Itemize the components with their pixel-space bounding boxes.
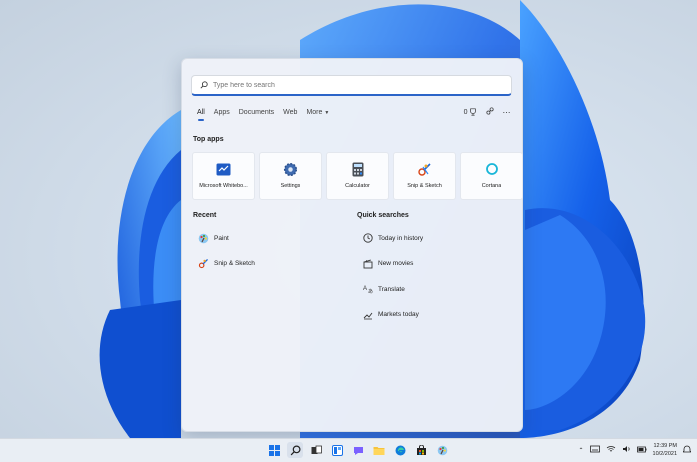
header-actions: 0 ⋯ <box>464 107 510 117</box>
clock-date: 10/2/2021 <box>652 451 677 457</box>
recent-item-paint[interactable]: Paint <box>198 232 255 244</box>
chart-icon <box>362 309 373 320</box>
svg-text:あ: あ <box>368 289 373 294</box>
search-box[interactable] <box>191 75 512 96</box>
recent-label: Snip & Sketch <box>214 260 255 267</box>
store-icon[interactable] <box>413 442 429 458</box>
quick-search-today-in-history[interactable]: Today in history <box>362 232 423 244</box>
search-icon[interactable] <box>287 442 303 458</box>
taskbar: ⌃ 12:39 PM 10/2/2021 <box>0 438 697 462</box>
quick-search-markets-today[interactable]: Markets today <box>362 309 423 321</box>
gear-icon <box>283 161 299 177</box>
search-tabs: All Apps Documents Web More ▼ <box>197 109 338 121</box>
quick-searches-list: Today in history New movies Aあ Translate… <box>362 232 423 334</box>
app-tile-snip-sketch[interactable]: Snip & Sketch <box>393 152 456 200</box>
app-tile-whiteboard[interactable]: Microsoft Whitebo... <box>192 152 255 200</box>
paint-icon <box>198 233 209 244</box>
clock-time: 12:39 PM <box>653 443 677 449</box>
widgets-icon[interactable] <box>329 442 345 458</box>
tab-more-label: More <box>306 109 323 116</box>
snip-sketch-icon <box>417 161 433 177</box>
notification-icon[interactable] <box>682 445 692 456</box>
paint-icon[interactable] <box>434 442 450 458</box>
wifi-icon[interactable] <box>606 445 616 455</box>
volume-icon[interactable] <box>622 445 631 455</box>
tab-more[interactable]: More ▼ <box>306 109 329 116</box>
top-apps-title: Top apps <box>193 136 224 143</box>
points-count: 0 <box>463 108 468 116</box>
app-label: Cortana <box>481 183 502 189</box>
taskbar-apps <box>266 442 450 458</box>
chevron-up-icon[interactable]: ⌃ <box>579 447 584 454</box>
share-icon[interactable] <box>485 107 494 117</box>
rewards-points[interactable]: 0 <box>464 108 477 116</box>
app-tile-settings[interactable]: Settings <box>259 152 322 200</box>
tab-documents[interactable]: Documents <box>239 109 274 116</box>
whiteboard-icon <box>216 161 232 177</box>
quick-search-label: Markets today <box>378 311 419 318</box>
quick-searches-title: Quick searches <box>357 212 409 219</box>
ellipsis-icon[interactable]: ⋯ <box>503 108 511 117</box>
quick-search-label: New movies <box>378 260 414 267</box>
recent-title: Recent <box>193 212 217 219</box>
recent-label: Paint <box>214 234 229 242</box>
app-label: Microsoft Whitebo... <box>199 183 248 189</box>
tab-apps[interactable]: Apps <box>214 109 230 116</box>
tab-web[interactable]: Web <box>283 109 297 116</box>
clock-icon <box>362 233 373 244</box>
top-apps-list: Microsoft Whitebo... Settings Calculator… <box>192 152 523 200</box>
cortana-icon <box>484 161 500 177</box>
movie-icon <box>362 258 373 269</box>
quick-search-label: Today in history <box>378 234 424 242</box>
app-label: Snip & Sketch <box>407 183 442 189</box>
search-icon <box>197 78 211 92</box>
quick-search-label: Translate <box>378 285 405 293</box>
app-label: Calculator <box>345 183 370 189</box>
svg-text:A: A <box>363 286 367 292</box>
app-tile-calculator[interactable]: Calculator <box>326 152 389 200</box>
app-tile-cortana[interactable]: Cortana <box>460 152 523 200</box>
recent-item-snip-sketch[interactable]: Snip & Sketch <box>198 258 255 270</box>
tab-all[interactable]: All <box>197 109 205 121</box>
system-tray: ⌃ 12:39 PM 10/2/2021 <box>579 442 692 458</box>
trophy-icon <box>469 108 476 116</box>
quick-search-translate[interactable]: Aあ Translate <box>362 283 423 295</box>
chat-icon[interactable] <box>350 442 366 458</box>
windows-icon[interactable] <box>266 442 282 458</box>
search-input[interactable] <box>211 80 505 90</box>
app-label: Settings <box>280 183 301 189</box>
edge-icon[interactable] <box>392 442 408 458</box>
quick-search-new-movies[interactable]: New movies <box>362 258 423 270</box>
calculator-icon <box>350 161 366 177</box>
clock[interactable]: 12:39 PM 10/2/2021 <box>653 442 677 458</box>
keyboard-icon[interactable] <box>589 445 600 455</box>
chevron-down-icon: ▼ <box>324 110 330 116</box>
file-explorer-icon[interactable] <box>371 442 387 458</box>
translate-icon: Aあ <box>362 284 373 295</box>
recent-list: Paint Snip & Sketch <box>198 232 255 283</box>
battery-icon[interactable] <box>636 446 647 455</box>
task-view-icon[interactable] <box>308 442 324 458</box>
snip-sketch-icon <box>198 258 209 269</box>
search-panel: All Apps Documents Web More▼ 0 ⋯ Top app… <box>181 58 523 432</box>
